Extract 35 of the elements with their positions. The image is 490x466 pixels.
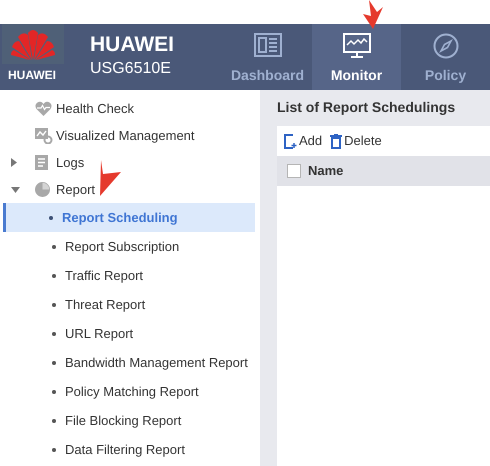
document-icon (35, 155, 48, 170)
menu-item[interactable]: Report (56, 180, 96, 200)
menu-item[interactable]: Health Check (56, 98, 134, 118)
toolbar-button[interactable]: Add (284, 131, 322, 151)
submenu-item[interactable]: Data Filtering Report (3, 435, 255, 464)
add-icon (284, 134, 297, 148)
logo-text: HUAWEI (8, 69, 56, 81)
submenu-item[interactable]: File Blocking Report (3, 406, 255, 435)
submenu-item[interactable]: Threat Report (3, 290, 255, 319)
pie-chart-icon (35, 182, 50, 197)
heart-pulse-icon (35, 101, 52, 116)
menu-item[interactable]: Logs (56, 152, 84, 172)
submenu-item[interactable]: Report Scheduling (3, 203, 255, 232)
select-all-checkbox[interactable] (287, 164, 301, 178)
monitor-icon (342, 33, 370, 59)
submenu-item[interactable]: Policy Matching Report (3, 377, 255, 406)
column-header: Name (308, 162, 344, 180)
chart-gear-icon (35, 128, 53, 144)
product-brand: HUAWEI (90, 33, 175, 57)
toolbar-button[interactable]: Delete (330, 131, 382, 151)
annotation-arrow (97, 160, 123, 196)
nav-tab[interactable]: Monitor (312, 24, 401, 90)
panel-icon (254, 33, 282, 57)
submenu-item[interactable]: URL Report (3, 319, 255, 348)
device-model: USG6510E (90, 59, 172, 79)
submenu-item[interactable]: Traffic Report (3, 261, 255, 290)
menu-item[interactable]: Visualized Management (56, 126, 195, 146)
panel-title: List of Report Schedulings (277, 98, 456, 116)
flower-logo-icon (10, 27, 56, 61)
expanded-caret-icon[interactable] (11, 186, 20, 192)
trash-icon (330, 134, 342, 148)
collapsed-caret-icon[interactable] (11, 158, 17, 167)
compass-icon (432, 33, 458, 59)
submenu-item[interactable]: Bandwidth Management Report (3, 348, 255, 377)
submenu-item[interactable]: Report Subscription (3, 232, 255, 261)
